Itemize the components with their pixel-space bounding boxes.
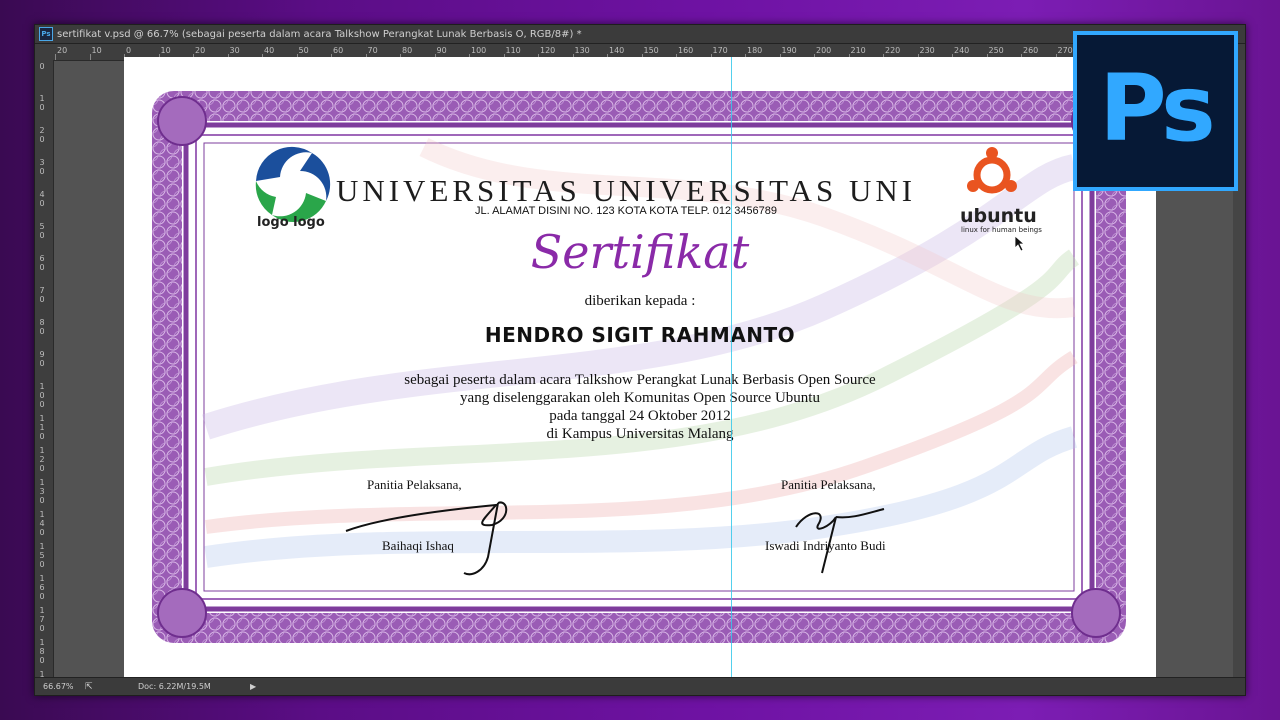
signer-right-name: Iswadi Indriyanto Budi	[765, 538, 886, 553]
university-address: JL. ALAMAT DISINI NO. 123 KOTA KOTA TELP…	[474, 205, 778, 217]
photoshop-logo-text: Ps	[1099, 54, 1216, 162]
ruler-tick-label: 180	[744, 46, 763, 60]
ruler-tick-label: 70	[39, 286, 45, 304]
vertical-ruler[interactable]: 0 10 20 30 40 50 60 70 80 90 100 110 120 130 140 150 160…	[35, 60, 54, 677]
ruler-tick-label: 170	[710, 46, 728, 60]
photoshop-logo: Ps	[1073, 31, 1238, 191]
ruler-tick-label: 120	[39, 446, 45, 473]
ruler-tick-label: 50	[296, 46, 309, 60]
ruler-tick-label: 170	[39, 606, 45, 633]
ruler-tick-label: 130	[572, 46, 590, 60]
ruler-tick-label: 50	[39, 222, 45, 240]
ruler-tick-label: 10	[39, 94, 45, 112]
ubuntu-logo-word: ubuntu	[960, 205, 1037, 227]
photoshop-document-window: Ps sertifikat v.psd @ 66.7% (sebagai pes…	[34, 24, 1246, 696]
ruler-tick-label: 110	[503, 46, 521, 60]
status-menu-arrow-icon[interactable]: ▶	[250, 682, 256, 691]
ruler-tick-label: 150	[39, 542, 45, 569]
document-canvas[interactable]: UNIVERSITAS UNIVERSITAS UNI JL. ALAMAT D…	[124, 57, 1156, 681]
signer-right-role: Panitia Pelaksana,	[781, 477, 876, 492]
ruler-tick-label: 80	[399, 46, 413, 60]
ps-document-icon: Ps	[39, 27, 53, 41]
ruler-tick-label: 220	[882, 46, 901, 60]
ruler-tick-label: 80	[39, 318, 45, 336]
ruler-tick-label: 260	[1020, 46, 1039, 60]
export-icon[interactable]: ⇱	[85, 682, 93, 692]
document-size[interactable]: Doc: 6.22M/19.5M	[138, 682, 211, 691]
zoom-level[interactable]: 66.67%	[43, 682, 74, 691]
ruler-tick-label: 200	[813, 46, 832, 60]
ruler-tick-label: 40	[39, 190, 45, 208]
ruler-tick-label: 210	[848, 46, 866, 60]
ruler-tick-label: 10	[89, 46, 102, 60]
ruler-tick-label: 60	[330, 46, 344, 60]
status-bar: 66.67% ⇱ Doc: 6.22M/19.5M ▶	[35, 677, 1245, 695]
description-line: sebagai peserta dalam acara Talkshow Per…	[404, 372, 876, 388]
ruler-tick-label: 140	[606, 46, 625, 60]
ruler-tick-label: 240	[951, 46, 970, 60]
ruler-tick-label: 190	[779, 46, 797, 60]
ruler-tick-label: 120	[537, 46, 556, 60]
move-cursor-icon	[1014, 235, 1026, 252]
ruler-tick-label: 190	[39, 670, 45, 677]
ruler-tick-label: 100	[39, 382, 45, 409]
vertical-guide-line[interactable]	[731, 57, 732, 681]
document-tab[interactable]: Ps sertifikat v.psd @ 66.7% (sebagai pes…	[35, 25, 1245, 44]
description-line: yang diselenggarakan oleh Komunitas Open…	[460, 390, 820, 406]
ruler-tick-label: 10	[158, 46, 171, 60]
ubuntu-logo-tagline: linux for human beings	[961, 226, 1042, 234]
ruler-tick-label: 230	[917, 46, 935, 60]
ruler-tick-label: 160	[39, 574, 45, 601]
ruler-tick-label: 0	[123, 46, 132, 60]
ruler-tick-label: 250	[986, 46, 1004, 60]
ruler-tick-label: 60	[39, 254, 45, 272]
ruler-tick-label: 20	[54, 46, 68, 60]
ruler-tick-label: 90	[39, 350, 45, 368]
certificate-background-art	[152, 91, 1126, 643]
ruler-tick-label: 100	[468, 46, 487, 60]
ruler-tick-label: 160	[675, 46, 694, 60]
description-line: di Kampus Universitas Malang	[546, 426, 734, 442]
ruler-tick-label: 140	[39, 510, 45, 537]
recipient-name: HENDRO SIGIT RAHMANTO	[484, 323, 796, 347]
ruler-tick-label: 270	[1055, 46, 1073, 60]
signer-left-name: Baihaqi Ishaq	[382, 538, 454, 553]
description-line: pada tanggal 24 Oktober 2012	[549, 408, 731, 424]
ruler-tick-label: 30	[227, 46, 240, 60]
document-title: sertifikat v.psd @ 66.7% (sebagai pesert…	[57, 28, 582, 40]
ruler-tick-label: 40	[261, 46, 275, 60]
ruler-tick-label: 150	[641, 46, 659, 60]
ruler-tick-label: 20	[192, 46, 206, 60]
ruler-tick-label: 30	[39, 158, 45, 176]
ruler-tick-label: 130	[39, 478, 45, 505]
ruler-tick-label: 70	[365, 46, 378, 60]
given-to-label: diberikan kepada :	[584, 293, 696, 309]
university-name: UNIVERSITAS UNIVERSITAS UNI	[335, 173, 917, 208]
ruler-tick-label: 180	[39, 638, 45, 665]
ruler-tick-label: 0	[39, 62, 45, 71]
left-logo-caption: logo logo	[257, 215, 325, 230]
ruler-origin[interactable]	[35, 44, 54, 61]
ruler-tick-label: 90	[434, 46, 447, 60]
signer-left-role: Panitia Pelaksana,	[367, 477, 462, 492]
ruler-tick-label: 20	[39, 126, 45, 144]
ruler-tick-label: 110	[39, 414, 45, 441]
